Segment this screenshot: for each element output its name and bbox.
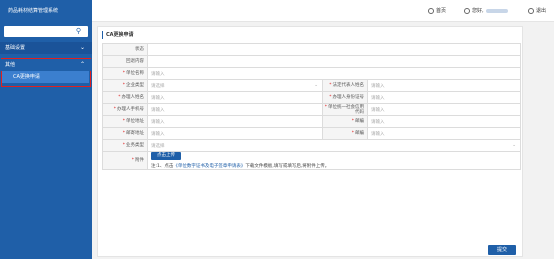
- unit-name-label: *单位名称: [102, 67, 148, 80]
- top-bar: 首页 您好, 退出: [92, 0, 554, 22]
- sidebar-search-input[interactable]: ⚲: [4, 26, 88, 37]
- sidebar-group-other[interactable]: 其他 ⌃: [0, 59, 92, 71]
- zip2-input[interactable]: 请输入: [366, 127, 522, 140]
- note-prefix: 注:1、点击: [151, 164, 174, 169]
- sidebar: 药品耗材结算管理系统 ⚲ 基础设置 ⌄ 其他 ⌃ CA更换申请: [0, 0, 92, 259]
- chevron-down-icon: ⌄: [79, 44, 85, 51]
- zip1-input[interactable]: 请输入: [366, 115, 522, 128]
- handler-name-label: *办理人姓名: [102, 91, 148, 104]
- company-type-select[interactable]: 请选择 ⌄: [147, 79, 323, 92]
- sidebar-group-label: 基础设置: [5, 45, 26, 51]
- business-type-select[interactable]: 请选择 ⌄: [146, 139, 522, 152]
- attachment-cell: 点击上传 注:1、点击《单位数字证书及电子签章申请表》下载文件模板,填写或填写后…: [146, 151, 522, 170]
- logout-label: 退出: [536, 8, 547, 14]
- user-icon: [464, 7, 470, 14]
- mail-address-input[interactable]: 请输入: [147, 127, 323, 140]
- greeting: 您好,: [472, 8, 484, 14]
- credit-code-label: *单位统一社会信用代码: [322, 103, 368, 116]
- unit-name-input[interactable]: 请输入: [146, 67, 522, 80]
- home-label: 首页: [436, 8, 447, 14]
- handler-id-label: *办理人身份证号: [322, 91, 368, 104]
- business-type-placeholder: 请选择: [151, 143, 165, 149]
- home-icon: [428, 7, 434, 14]
- chevron-down-icon: ⌄: [512, 142, 517, 148]
- template-download-link[interactable]: 《单位数字证书及电子签章申请表》: [173, 164, 245, 169]
- attachment-label: *附件: [102, 151, 148, 170]
- status-label: 状态: [102, 43, 148, 56]
- app-title: 药品耗材结算管理系统: [8, 8, 59, 14]
- handler-phone-label: *办理人手机号: [102, 103, 148, 116]
- legal-rep-input[interactable]: 请输入: [366, 79, 522, 92]
- unit-address-label: *单位地址: [102, 115, 148, 128]
- chevron-down-icon: ⌄: [314, 82, 318, 88]
- home-link[interactable]: 首页: [428, 7, 446, 16]
- handler-name-input[interactable]: 请输入: [147, 91, 323, 104]
- scrollbar-track[interactable]: [546, 22, 554, 259]
- legal-rep-label: *法定代表人姓名: [322, 79, 368, 92]
- company-type-label: *企业类型: [102, 79, 148, 92]
- handler-id-input[interactable]: 请输入: [366, 91, 522, 104]
- zip1-label: *邮编: [322, 115, 368, 128]
- chevron-up-icon: ⌃: [79, 61, 85, 68]
- sidebar-item-ca-change[interactable]: CA更换申请: [2, 71, 89, 83]
- handler-phone-input[interactable]: 请输入: [147, 103, 323, 116]
- business-type-label: *业务类型: [102, 139, 148, 152]
- attachment-note: 注:1、点击《单位数字证书及电子签章申请表》下载文件模板,填写或填写后,将附件上…: [151, 163, 520, 169]
- credit-code-input[interactable]: 请输入: [366, 103, 522, 116]
- ca-form: 状态 回退内容 *单位名称 请输入 *企业类型 请选择 ⌄ *法定代表人姓名 请输…: [102, 43, 522, 170]
- logout-link[interactable]: 退出: [528, 7, 546, 16]
- status-value: [146, 43, 522, 56]
- user-menu[interactable]: 您好,: [464, 7, 508, 16]
- unit-address-input[interactable]: 请输入: [147, 115, 323, 128]
- note-suffix: 下载文件模板,填写或填写后,将附件上传。: [245, 164, 330, 169]
- submit-button[interactable]: 提交: [488, 245, 516, 255]
- form-card: CA更换申请 状态 回退内容 *单位名称 请输入 *企业类型 请选择 ⌄ *法定代…: [97, 26, 523, 257]
- sidebar-group-label: 其他: [5, 62, 16, 68]
- zip2-label: *邮编: [322, 127, 368, 140]
- search-icon[interactable]: ⚲: [74, 27, 83, 36]
- power-icon: [528, 7, 534, 14]
- username-redacted: [485, 8, 508, 13]
- upload-button[interactable]: 点击上传: [151, 152, 181, 160]
- reject-label: 回退内容: [102, 55, 148, 68]
- reject-value: [146, 55, 522, 68]
- page-title: CA更换申请: [102, 31, 134, 39]
- mail-address-label: *邮寄地址: [102, 127, 148, 140]
- sidebar-group-basic-settings[interactable]: 基础设置 ⌄: [0, 42, 92, 54]
- company-type-placeholder: 请选择: [151, 83, 165, 89]
